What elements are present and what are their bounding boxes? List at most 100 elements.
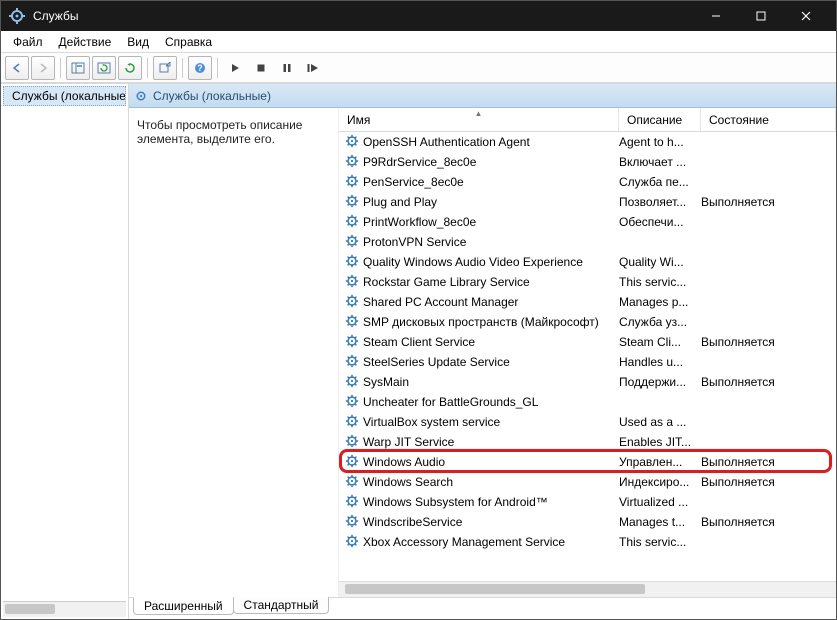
service-description: Служба уз... (619, 315, 701, 329)
right-pane-header: Службы (локальные) (129, 84, 836, 108)
service-icon (345, 134, 359, 151)
service-description: Включает ... (619, 155, 701, 169)
service-name: Steam Client Service (363, 335, 475, 349)
tree-root-label: Службы (локальные) (12, 89, 126, 103)
close-button[interactable] (783, 1, 828, 31)
column-header-name[interactable]: Имя ▲ (339, 108, 619, 131)
service-name: P9RdrService_8ec0e (363, 155, 476, 169)
tree-hscrollbar[interactable] (3, 601, 126, 617)
service-icon (345, 414, 359, 431)
menubar: Файл Действие Вид Справка (1, 31, 836, 53)
service-row[interactable]: Rockstar Game Library ServiceThis servic… (339, 272, 836, 292)
service-description: Обеспечи... (619, 215, 701, 229)
service-list[interactable]: OpenSSH Authentication AgentAgent to h..… (339, 132, 836, 581)
service-row[interactable]: PrintWorkflow_8ec0e Обеспечи... (339, 212, 836, 232)
service-icon (345, 274, 359, 291)
service-row[interactable]: SMP дисковых пространств (Майкрософт) Слу… (339, 312, 836, 332)
service-description: Virtualized ... (619, 495, 701, 509)
service-description: Manages p... (619, 295, 701, 309)
service-state: Выполняется (701, 475, 836, 489)
service-icon (345, 174, 359, 191)
service-description: Enables JIT... (619, 435, 701, 449)
service-row[interactable]: Plug and Play Позволяет...Выполняется (339, 192, 836, 212)
service-icon (345, 214, 359, 231)
menu-view[interactable]: Вид (119, 33, 157, 51)
service-row[interactable]: SysMainПоддержи...Выполняется (339, 372, 836, 392)
titlebar: Службы (1, 1, 836, 31)
service-row[interactable]: Warp JIT Service Enables JIT... (339, 432, 836, 452)
stop-service-button[interactable] (249, 56, 273, 80)
service-icon (345, 314, 359, 331)
pause-service-button[interactable] (275, 56, 299, 80)
show-hide-tree-button[interactable] (66, 56, 90, 80)
service-row[interactable]: Windows AudioУправлен...Выполняется (339, 452, 836, 472)
service-row[interactable]: Uncheater for BattleGrounds_GL (339, 392, 836, 412)
service-icon (345, 234, 359, 251)
menu-help[interactable]: Справка (157, 33, 220, 51)
service-name: Xbox Accessory Management Service (363, 535, 565, 549)
nav-forward-button[interactable] (31, 56, 55, 80)
list-hscrollbar[interactable] (339, 581, 836, 597)
column-headers: Имя ▲ Описание Состояние (339, 108, 836, 132)
service-row[interactable]: OpenSSH Authentication AgentAgent to h..… (339, 132, 836, 152)
service-row[interactable]: PenService_8ec0e Служба пе... (339, 172, 836, 192)
tab-standard[interactable]: Стандартный (233, 597, 330, 614)
service-state: Выполняется (701, 375, 836, 389)
service-row[interactable]: Shared PC Account Manager Manages p... (339, 292, 836, 312)
start-service-button[interactable] (223, 56, 247, 80)
menu-action[interactable]: Действие (51, 33, 120, 51)
service-row[interactable]: SteelSeries Update ServiceHandles u... (339, 352, 836, 372)
service-row[interactable]: ProtonVPN Service (339, 232, 836, 252)
service-row[interactable]: Xbox Accessory Management Service This se… (339, 532, 836, 552)
minimize-button[interactable] (693, 1, 738, 31)
service-row[interactable]: VirtualBox system serviceUsed as a ... (339, 412, 836, 432)
tree-pane: Службы (локальные) (1, 84, 129, 619)
description-pane: Чтобы просмотреть описание элемента, выд… (129, 108, 339, 597)
service-name: SysMain (363, 375, 409, 389)
service-row[interactable]: Windows SearchИндексиро...Выполняется (339, 472, 836, 492)
service-row[interactable]: Steam Client ServiceSteam Cli...Выполняе… (339, 332, 836, 352)
service-icon (345, 154, 359, 171)
service-name: Windows Audio (363, 455, 445, 469)
service-description: Steam Cli... (619, 335, 701, 349)
description-text: Чтобы просмотреть описание элемента, выд… (137, 118, 302, 146)
service-name: WindscribeService (363, 515, 462, 529)
export-button[interactable] (153, 56, 177, 80)
tab-extended[interactable]: Расширенный (133, 597, 234, 615)
service-icon (345, 394, 359, 411)
service-row[interactable]: Quality Windows Audio Video ExperienceQu… (339, 252, 836, 272)
service-description: Индексиро... (619, 475, 701, 489)
service-description: Used as a ... (619, 415, 701, 429)
refresh-button[interactable] (118, 56, 142, 80)
menu-file[interactable]: Файл (5, 33, 51, 51)
service-row[interactable]: WindscribeServiceManages t...Выполняется (339, 512, 836, 532)
service-name: Plug and Play (363, 195, 437, 209)
nav-back-button[interactable] (5, 56, 29, 80)
column-header-state[interactable]: Состояние (701, 108, 836, 131)
service-description: Позволяет... (619, 195, 701, 209)
service-name: SMP дисковых пространств (Майкрософт) (363, 315, 599, 329)
service-icon (345, 534, 359, 551)
service-icon (345, 494, 359, 511)
service-name: PrintWorkflow_8ec0e (363, 215, 476, 229)
service-icon (345, 194, 359, 211)
refresh-list-button[interactable] (92, 56, 116, 80)
service-name: Warp JIT Service (363, 435, 454, 449)
service-name: Shared PC Account Manager (363, 295, 518, 309)
help-button[interactable]: ? (188, 56, 212, 80)
service-state: Выполняется (701, 195, 836, 209)
service-description: This servic... (619, 535, 701, 549)
tree-root-item[interactable]: Службы (локальные) (3, 86, 126, 106)
service-icon (345, 354, 359, 371)
maximize-button[interactable] (738, 1, 783, 31)
service-name: PenService_8ec0e (363, 175, 464, 189)
column-header-description[interactable]: Описание (619, 108, 701, 131)
service-name: OpenSSH Authentication Agent (363, 135, 530, 149)
service-description: Управлен... (619, 455, 701, 469)
service-description: Служба пе... (619, 175, 701, 189)
restart-service-button[interactable] (301, 56, 325, 80)
service-row[interactable]: P9RdrService_8ec0e Включает ... (339, 152, 836, 172)
service-row[interactable]: Windows Subsystem for Android™Virtualize… (339, 492, 836, 512)
service-icon (345, 514, 359, 531)
service-name: SteelSeries Update Service (363, 355, 510, 369)
